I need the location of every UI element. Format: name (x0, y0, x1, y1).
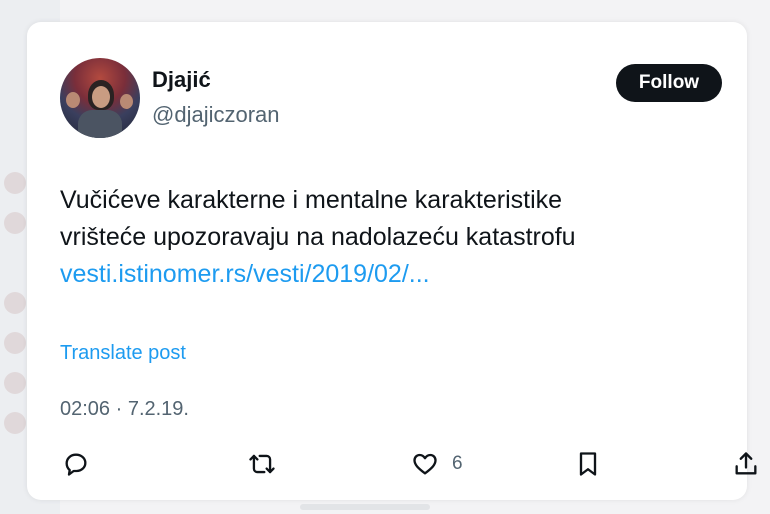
like-count: 6 (452, 453, 463, 474)
author-handle[interactable]: @djajiczoran (152, 102, 280, 128)
translate-post-link[interactable]: Translate post (60, 342, 186, 365)
tweet-text-line: vrišteće upozoravaju na nadolazeću katas… (60, 223, 576, 251)
heart-icon (410, 450, 440, 478)
tweet-link[interactable]: vesti.istinomer.rs/vesti/2019/02/... (60, 260, 430, 288)
avatar-face (66, 92, 80, 108)
reply-icon (62, 450, 90, 478)
tweet-actions: 6 (60, 450, 757, 484)
like-button[interactable]: 6 (410, 450, 463, 478)
bookmark-icon (574, 450, 602, 478)
share-button[interactable] (732, 450, 760, 478)
share-icon (732, 450, 760, 478)
background-avatar (4, 332, 26, 354)
tweet-text: Vučićeve karakterne i mentalne karakteri… (60, 182, 710, 293)
background-avatar (4, 212, 26, 234)
avatar-face (92, 86, 110, 108)
background-avatar (4, 292, 26, 314)
avatar-shirt (78, 110, 122, 138)
repost-icon (247, 450, 277, 478)
avatar[interactable] (60, 58, 140, 138)
tweet-text-line: Vučićeve karakterne i mentalne karakteri… (60, 186, 563, 214)
author-name[interactable]: Djajić (152, 67, 211, 93)
repost-button[interactable] (247, 450, 277, 478)
background-avatar (4, 372, 26, 394)
avatar-face (120, 94, 133, 109)
tweet-timestamp[interactable]: 02:06 · 7.2.19. (60, 398, 189, 421)
reply-button[interactable] (62, 450, 90, 478)
follow-button[interactable]: Follow (616, 64, 722, 102)
bookmark-button[interactable] (574, 450, 602, 478)
scroll-indicator (300, 504, 430, 510)
background-avatar (4, 172, 26, 194)
tweet-card: Djajić @djajiczoran Follow Vučićeve kara… (27, 22, 757, 500)
background-avatar (4, 412, 26, 434)
